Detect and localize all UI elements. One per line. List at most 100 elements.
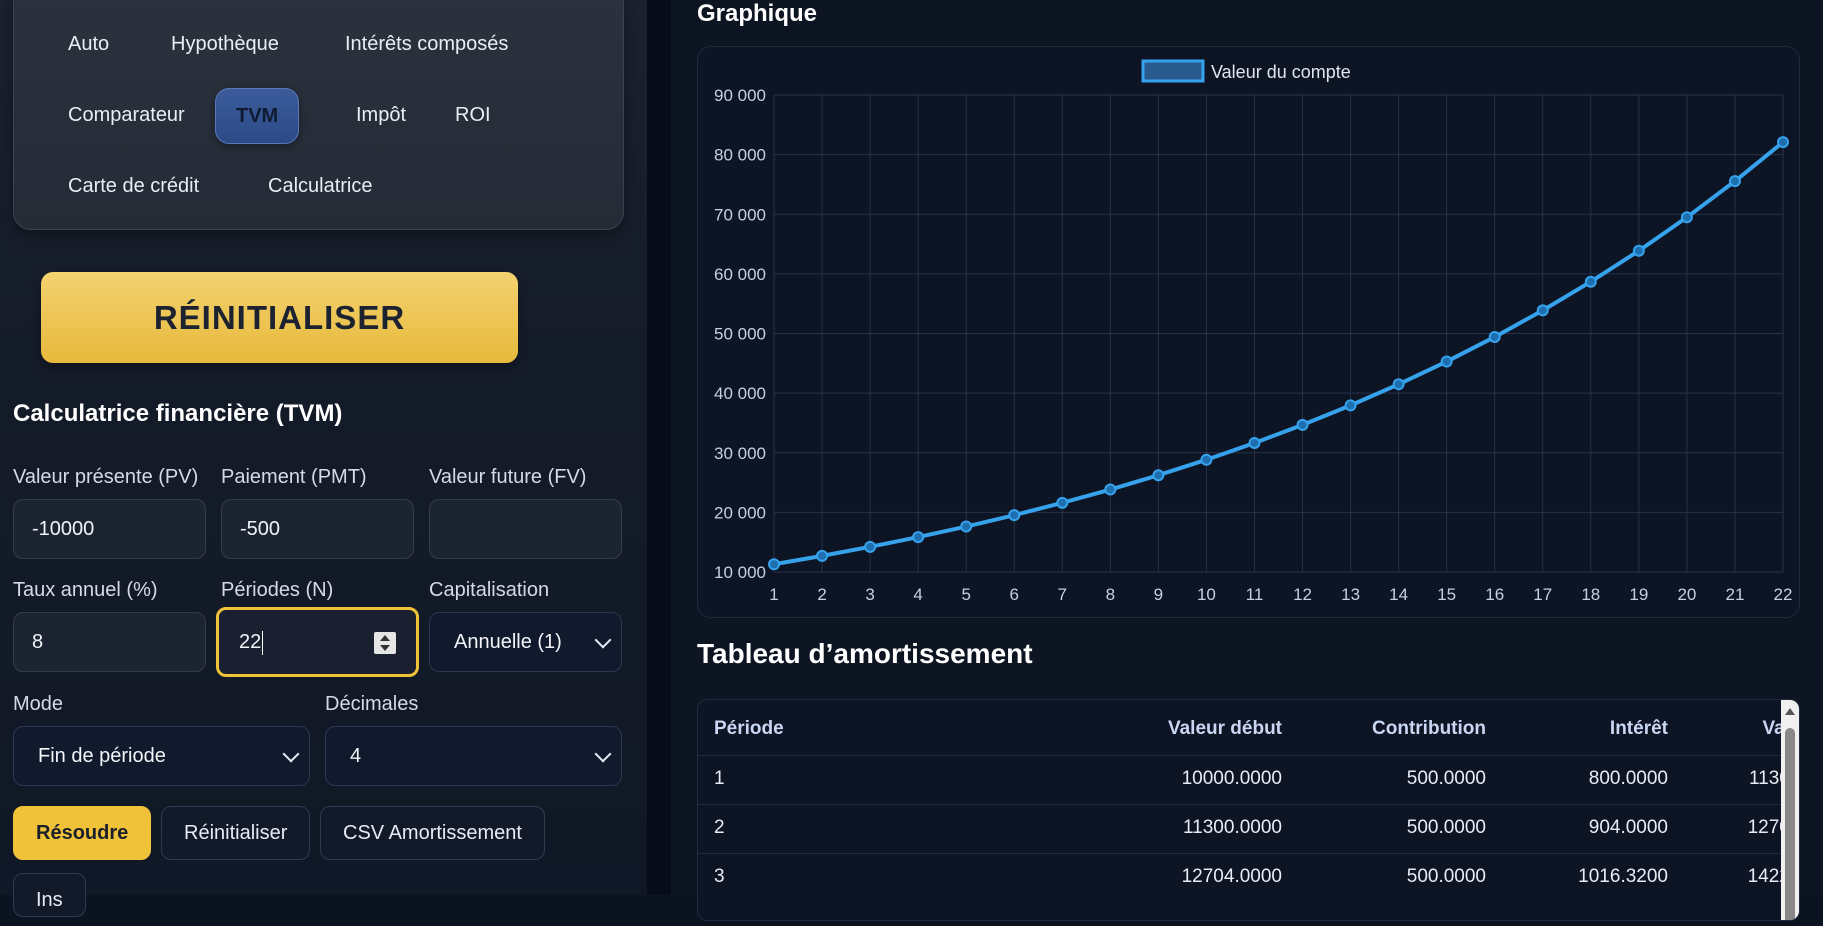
mode-select[interactable]: Fin de période [13,726,310,786]
tab-interets-composes[interactable]: Intérêts composés [325,17,528,71]
cell-start-value: 11300.0000 [1183,817,1282,838]
x-tick-label: 4 [913,585,922,604]
data-point [1008,509,1021,522]
reset-button[interactable]: Réinitialiser [161,806,311,860]
x-tick-label: 22 [1774,585,1793,604]
compounding-value: Annuelle (1) [454,631,562,653]
tab-auto[interactable]: Auto [48,17,129,71]
tab-hypotheque[interactable]: Hypothèque [151,17,299,71]
decimals-select[interactable]: 4 [325,726,622,786]
data-point [1200,453,1213,466]
account-value-chart: 10 000 20 000 30 000 40 000 50 000 60 000 70 0… [714,59,1793,604]
row-divider [698,853,1781,854]
chevron-down-icon [594,745,612,763]
cell-period: 1 [714,768,725,789]
calculator-tabs: Auto Hypothèque Intérêts composés Compar… [13,0,624,230]
stepper-icon[interactable] [374,632,396,654]
x-tick-label: 1 [769,585,778,604]
csv-amortization-button[interactable]: CSV Amortissement [320,806,545,860]
decimals-value: 4 [350,745,362,767]
data-point [1104,483,1117,496]
x-tick-label: 15 [1437,585,1456,604]
x-tick-label: 16 [1485,585,1504,604]
pv-input[interactable]: -10000 [13,499,206,559]
legend-label: Valeur du compte [1211,62,1351,82]
tab-roi[interactable]: ROI [435,88,511,142]
x-tick-label: 7 [1058,585,1067,604]
x-tick-label: 21 [1725,585,1744,604]
periods-label: Périodes (N) [221,579,334,601]
data-point [1584,275,1597,288]
cell-contribution: 500.0000 [1406,817,1486,838]
x-tick-label: 19 [1629,585,1648,604]
header-divider [698,755,1781,756]
data-point [1440,355,1453,368]
scroll-up-icon[interactable] [1785,708,1795,715]
pmt-input[interactable]: -500 [221,499,414,559]
cell-period: 2 [714,817,725,838]
tab-comparateur[interactable]: Comparateur [48,88,205,142]
data-point [1777,136,1789,149]
x-tick-label: 17 [1533,585,1552,604]
reset-all-button[interactable]: RÉINITIALISER [41,272,518,363]
x-tick-label: 11 [1246,585,1264,604]
mode-label: Mode [13,693,64,715]
cell-interest: 904.0000 [1588,817,1668,838]
data-point [816,549,829,562]
x-tick-label: 20 [1677,585,1696,604]
table-scrollbar[interactable] [1781,700,1799,920]
x-tick-label: 10 [1197,585,1216,604]
x-tick-label: 14 [1389,585,1408,604]
more-button[interactable]: Ins [13,873,86,917]
tab-carte-de-credit[interactable]: Carte de crédit [48,159,219,213]
column-header-start-value: Valeur début [1167,718,1282,739]
solve-button[interactable]: Résoudre [13,806,152,860]
cell-start-value: 10000.0000 [1181,768,1282,789]
column-header-interest: Intérêt [1609,718,1668,739]
panel-divider [647,0,671,895]
data-point [1152,469,1165,482]
y-tick-label: 90 000 [714,86,766,105]
cell-interest: 800.0000 [1588,768,1668,789]
y-tick-label: 70 000 [714,205,766,224]
compounding-select[interactable]: Annuelle (1) [429,612,622,672]
x-tick-label: 2 [817,585,826,604]
data-point [1632,244,1645,257]
x-tick-label: 3 [865,585,874,604]
rate-input[interactable]: 8 [13,612,206,672]
table-title: Tableau d’amortissement [697,638,1033,669]
mode-value: Fin de période [38,745,166,767]
decimals-label: Décimales [325,693,419,715]
calculator-title: Calculatrice financière (TVM) [13,400,343,427]
fv-label: Valeur future (FV) [429,466,587,488]
pv-label: Valeur présente (PV) [13,466,199,488]
data-point [1488,330,1501,343]
x-tick-label: 18 [1581,585,1600,604]
y-tick-label: 30 000 [714,444,766,463]
tab-impot[interactable]: Impôt [336,88,426,142]
amortization-table: Période Valeur début Contribution Intérê… [697,699,1800,921]
text-cursor [262,630,264,655]
tab-calculatrice[interactable]: Calculatrice [248,159,392,213]
chart-panel: 10 000 20 000 30 000 40 000 50 000 60 000 70 0… [697,46,1800,618]
data-point [960,520,973,533]
data-point [1248,436,1261,449]
compounding-label: Capitalisation [429,579,550,601]
cell-period: 3 [714,866,725,887]
x-tick-label: 9 [1154,585,1163,604]
chart-title: Graphique [697,0,818,27]
pmt-label: Paiement (PMT) [221,466,367,488]
rate-label: Taux annuel (%) [13,579,158,601]
chevron-down-icon [282,745,300,763]
tab-tvm[interactable]: TVM [215,88,300,144]
periods-input[interactable]: 22 [216,607,419,677]
y-tick-label: 60 000 [714,265,766,284]
data-point [1056,496,1069,509]
y-tick-label: 80 000 [714,146,766,165]
column-header-period: Période [714,718,784,739]
data-point [1728,175,1741,188]
fv-input[interactable] [429,499,622,559]
data-point [1392,378,1405,391]
data-point [864,540,877,553]
scrollbar-thumb[interactable] [1785,728,1795,920]
